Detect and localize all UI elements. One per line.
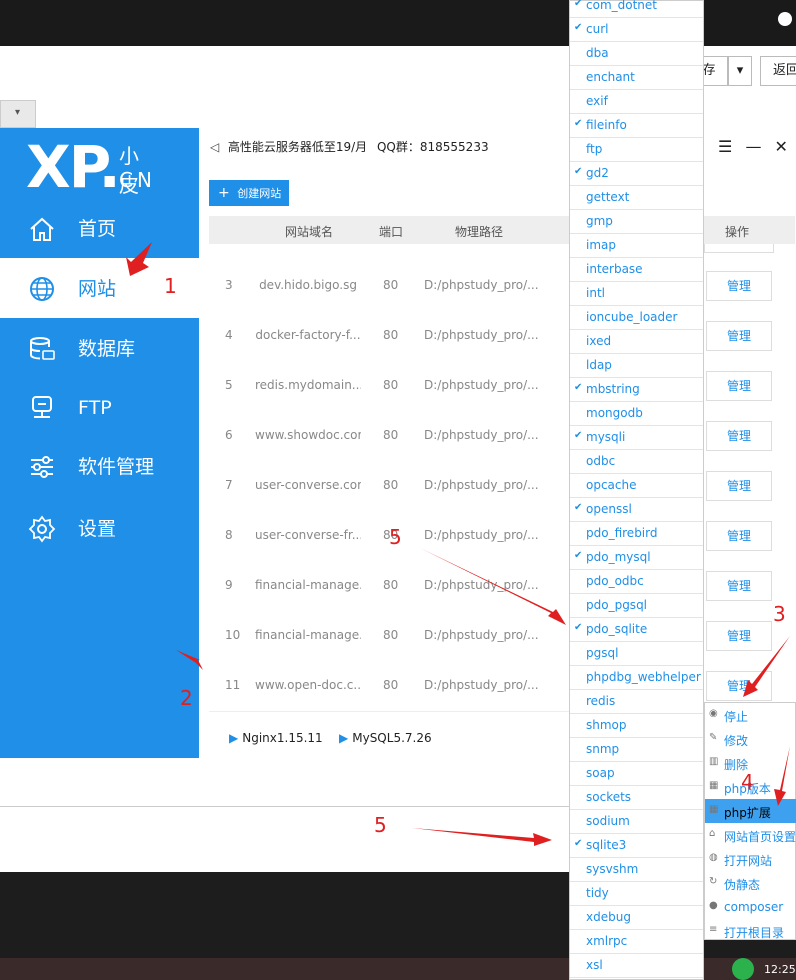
annotation-arrow-3 [743,636,790,697]
annotation-arrow-5b [412,828,552,846]
annotation-arrow-4 [774,746,790,806]
annotation-label-2: 2 [180,686,193,710]
annotation-label-5: 5 [374,813,387,837]
annotation-arrow-2 [176,650,203,670]
annotation-label-3: 3 [773,602,786,626]
annotation-label-4: 4 [741,770,754,794]
annotation-label-1: 1 [164,274,177,298]
annotation-arrows [126,242,790,846]
annotation-arrow-1 [126,242,152,276]
annotation-label-5: 5 [389,525,402,549]
annotation-arrow-5a [420,548,566,625]
